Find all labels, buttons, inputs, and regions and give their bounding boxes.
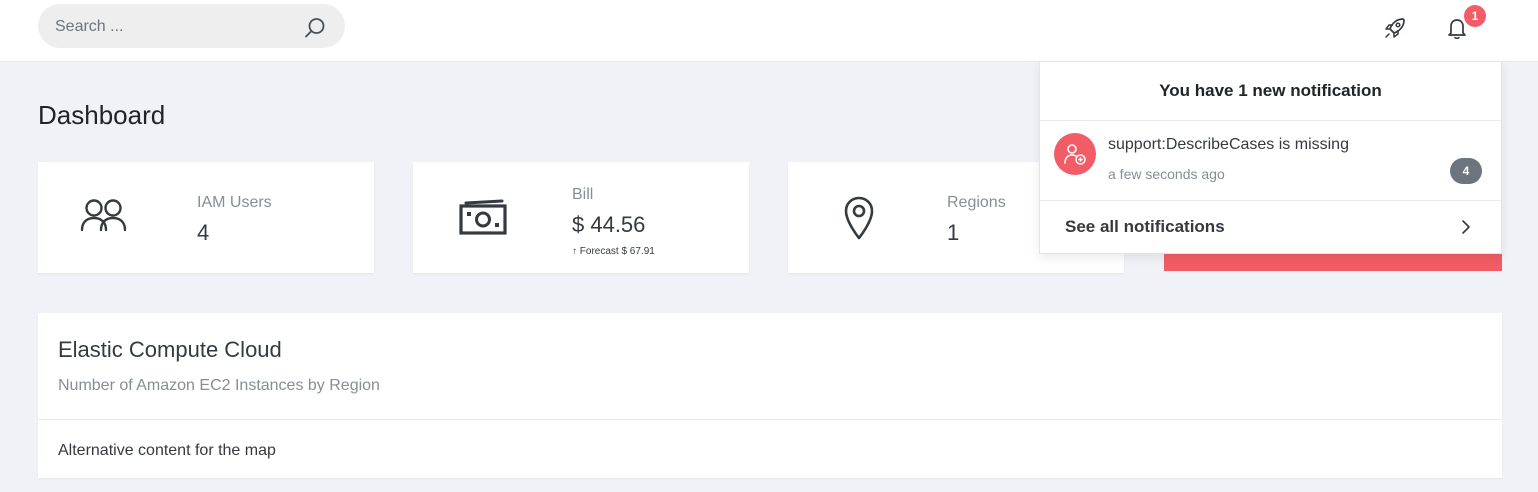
notification-count-badge: 4 <box>1450 158 1482 184</box>
notification-time: a few seconds ago <box>1108 166 1225 182</box>
ec2-card: Elastic Compute Cloud Number of Amazon E… <box>38 313 1502 478</box>
notification-badge: 1 <box>1464 5 1486 27</box>
see-all-label: See all notifications <box>1065 217 1225 236</box>
map-alt-text: Alternative content for the map <box>58 442 276 459</box>
money-icon <box>459 199 507 235</box>
user-plus-icon <box>1064 144 1086 165</box>
search-icon[interactable] <box>303 16 327 40</box>
search-input[interactable] <box>53 4 307 50</box>
stat-label: IAM Users <box>197 194 272 211</box>
page-title: Dashboard <box>38 100 166 130</box>
rocket-icon[interactable] <box>1381 14 1409 42</box>
stat-card-bill: Bill $ 44.56 ↑ Forecast $ 67.91 <box>413 162 749 273</box>
stat-label: Bill <box>572 186 594 203</box>
users-icon <box>80 199 127 232</box>
stat-value: 4 <box>197 220 210 245</box>
search-box[interactable] <box>38 4 345 50</box>
stat-value: 1 <box>947 220 960 245</box>
top-bar: 1 <box>0 0 1538 62</box>
stat-value: $ 44.56 <box>572 212 646 237</box>
notification-avatar[interactable] <box>1054 133 1096 175</box>
notification-message[interactable]: support:DescribeCases is missing <box>1108 136 1349 154</box>
stat-label: Regions <box>947 194 1006 211</box>
see-all-notifications-link[interactable]: See all notifications <box>1040 201 1501 253</box>
forecast-text: ↑ Forecast $ 67.91 <box>572 246 655 257</box>
notification-dropdown: You have 1 new notification support:Desc… <box>1039 61 1502 254</box>
stat-card-iam-users: IAM Users 4 <box>38 162 374 273</box>
map-pin-icon <box>844 196 874 240</box>
notification-header: You have 1 new notification <box>1040 62 1501 121</box>
ec2-subtitle: Number of Amazon EC2 Instances by Region <box>58 377 380 394</box>
chevron-right-icon <box>1462 220 1470 234</box>
divider <box>38 419 1502 420</box>
ec2-title: Elastic Compute Cloud <box>58 337 282 362</box>
